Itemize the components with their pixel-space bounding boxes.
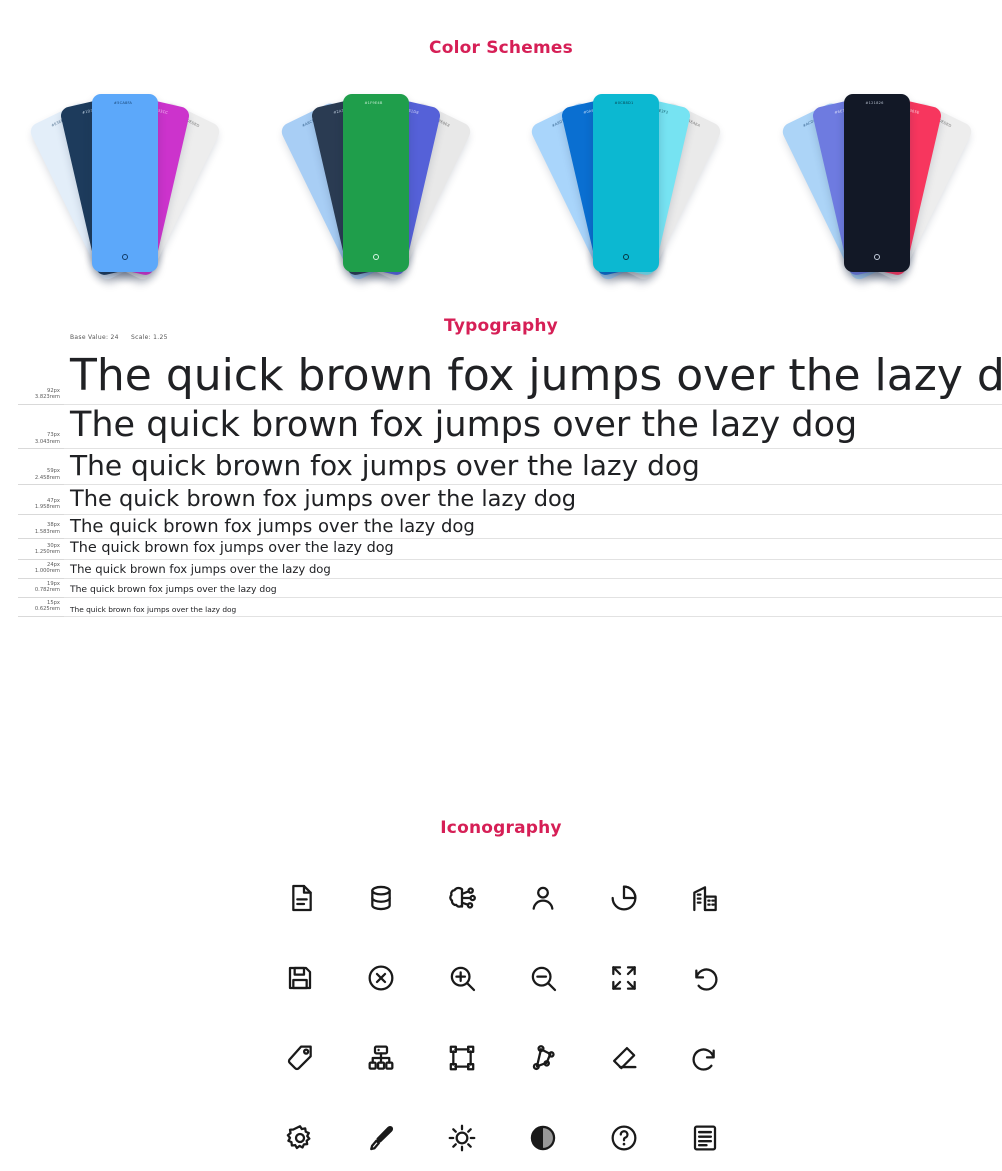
brain-icon[interactable] xyxy=(441,877,483,919)
color-swatch-hex-label: #121826 xyxy=(865,101,884,105)
help-icon[interactable] xyxy=(603,1117,645,1159)
icon-grid xyxy=(260,858,745,1171)
typography-row: 15px 0.625rem The quick brown fox jumps ov… xyxy=(0,600,1002,617)
style-guide-page: Color Schemes #E3EEF9#EDEDED#1D3B5C#CC33… xyxy=(0,0,1002,1171)
settings-icon[interactable] xyxy=(279,1117,321,1159)
typography-sample-text: The quick brown fox jumps over the lazy … xyxy=(64,451,1002,486)
typography-rem-value: 0.625rem xyxy=(34,606,60,613)
typography-sample-text: The quick brown fox jumps over the lazy … xyxy=(64,517,1002,540)
close-circle-icon[interactable] xyxy=(360,957,402,999)
zoom-in-icon[interactable] xyxy=(441,957,483,999)
color-scheme-fans: #E3EEF9#EDEDED#1D3B5C#CC33CC#5CA8FA#A8CE… xyxy=(0,82,1002,287)
polygon-icon[interactable] xyxy=(522,1037,564,1079)
typography-size-label: 15px 0.625rem xyxy=(18,600,64,617)
color-swatch-hex-label: #5CA8FA xyxy=(113,101,133,105)
typography-sample-text: The quick brown fox jumps over the lazy … xyxy=(64,407,1002,450)
typography-sample-text: The quick brown fox jumps over the lazy … xyxy=(64,352,1002,405)
typography-size-label: 19px 0.782rem xyxy=(18,581,64,598)
color-swatch-card[interactable]: #0CB8D1 xyxy=(593,94,659,272)
typography-sample-text: The quick brown fox jumps over the lazy … xyxy=(64,487,1002,515)
typography-size-label: 30px 1.250rem xyxy=(18,543,64,560)
color-scheme-fan[interactable]: #A9D5FB#EAEAEA#0A6FD1#76E3F2#0CB8D1 xyxy=(501,82,752,287)
color-schemes-heading: Color Schemes xyxy=(429,38,573,58)
typography-size-label: 38px 1.583rem xyxy=(18,522,64,540)
typography-scale-list: 92px 3.823rem The quick brown fox jumps ov… xyxy=(0,352,1002,619)
iconography-heading: Iconography xyxy=(440,818,562,838)
user-icon[interactable] xyxy=(522,877,564,919)
typography-size-label: 24px 1.000rem xyxy=(18,562,64,579)
typography-rem-value: 1.958rem xyxy=(34,504,60,511)
typography-rem-value: 2.458rem xyxy=(34,474,60,481)
typography-sample-text: The quick brown fox jumps over the lazy … xyxy=(64,563,1002,579)
contrast-icon[interactable] xyxy=(522,1117,564,1159)
color-swatch-card[interactable]: #121826 xyxy=(843,94,910,272)
typography-sample-text: The quick brown fox jumps over the lazy … xyxy=(64,585,1002,598)
typography-size-label: 73px 3.043rem xyxy=(18,432,64,450)
typography-row: 24px 1.000rem The quick brown fox jumps ov… xyxy=(0,562,1002,579)
undo-icon[interactable] xyxy=(684,957,726,999)
color-swatch-hex-label: #1F9E4B xyxy=(364,101,383,105)
list-icon[interactable] xyxy=(684,1117,726,1159)
typography-sample-text: The quick brown fox jumps over the lazy … xyxy=(64,606,1002,617)
color-swatch-hex-label: #0CB8D1 xyxy=(614,101,634,105)
brightness-icon[interactable] xyxy=(441,1117,483,1159)
typography-heading: Typography xyxy=(444,316,558,336)
typography-sample-text: The quick brown fox jumps over the lazy … xyxy=(64,541,1002,560)
document-icon[interactable] xyxy=(279,877,321,919)
typography-scale-value: Scale: 1.25 xyxy=(130,334,168,341)
typography-row: 38px 1.583rem The quick brown fox jumps ov… xyxy=(0,517,1002,540)
color-scheme-fan[interactable]: #A8CEF5#E8E8E8#2A3B52#5561D8#1F9E4B xyxy=(251,82,502,287)
typography-row: 92px 3.823rem The quick brown fox jumps ov… xyxy=(0,352,1002,405)
swatch-selected-indicator xyxy=(623,254,629,260)
swatch-selected-indicator xyxy=(372,254,379,260)
typography-rem-value: 1.250rem xyxy=(34,549,60,556)
typography-rem-value: 0.782rem xyxy=(34,587,60,594)
tag-icon[interactable] xyxy=(279,1037,321,1079)
swatch-selected-indicator xyxy=(873,254,880,260)
database-icon[interactable] xyxy=(360,877,402,919)
building-icon[interactable] xyxy=(684,877,726,919)
typography-row: 47px 1.958rem The quick brown fox jumps ov… xyxy=(0,487,1002,515)
typography-rem-value: 3.823rem xyxy=(34,394,60,401)
redo-icon[interactable] xyxy=(684,1037,726,1079)
color-scheme-fan[interactable]: #ACD4F7#EDEDED#6E7BE0#F7365E#121826 xyxy=(752,82,1002,287)
zoom-out-icon[interactable] xyxy=(522,957,564,999)
typography-base-value: Base Value: 24 xyxy=(70,334,119,341)
brush-icon[interactable] xyxy=(360,1117,402,1159)
typography-rem-value: 1.583rem xyxy=(34,528,60,535)
swatch-selected-indicator xyxy=(122,254,128,260)
color-swatch-card[interactable]: #5CA8FA xyxy=(92,94,158,272)
typography-row: 30px 1.250rem The quick brown fox jumps ov… xyxy=(0,541,1002,560)
eraser-icon[interactable] xyxy=(603,1037,645,1079)
color-swatch-card[interactable]: #1F9E4B xyxy=(342,94,409,272)
typography-rem-value: 1.000rem xyxy=(34,568,60,575)
save-icon[interactable] xyxy=(279,957,321,999)
typography-rem-value: 3.043rem xyxy=(34,438,60,445)
typography-size-label: 59px 2.458rem xyxy=(18,468,64,486)
typography-meta: Base Value: 24 Scale: 1.25 xyxy=(70,334,178,341)
fullscreen-icon[interactable] xyxy=(603,957,645,999)
typography-row: 73px 3.043rem The quick brown fox jumps ov… xyxy=(0,407,1002,450)
typography-size-label: 47px 1.958rem xyxy=(18,498,64,515)
color-scheme-fan[interactable]: #E3EEF9#EDEDED#1D3B5C#CC33CC#5CA8FA xyxy=(0,82,251,287)
hierarchy-icon[interactable] xyxy=(360,1037,402,1079)
selection-box-icon[interactable] xyxy=(441,1037,483,1079)
typography-row: 19px 0.782rem The quick brown fox jumps ov… xyxy=(0,581,1002,598)
typography-row: 59px 2.458rem The quick brown fox jumps ov… xyxy=(0,451,1002,486)
pie-chart-icon[interactable] xyxy=(603,877,645,919)
typography-size-label: 92px 3.823rem xyxy=(18,388,64,405)
